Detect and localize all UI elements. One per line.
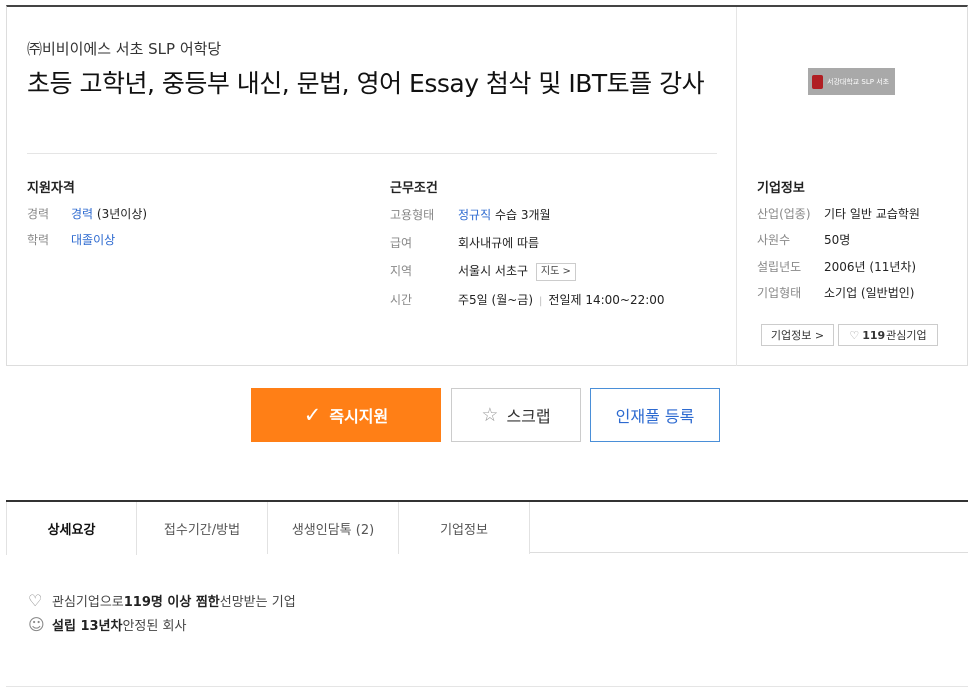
perk-favorite: ♡ 관심기업으로 119명 이상 찜한 선망받는 기업 (28, 591, 296, 610)
company-info-panel: 서강대학교 SLP 서초 기업정보 산업(업종) 기타 일반 교습학원 사원수 … (737, 7, 967, 366)
qualification-heading: 지원자격 (27, 181, 75, 196)
company-info-button[interactable]: 기업정보 > (761, 324, 834, 346)
company-info-heading: 기업정보 (757, 181, 805, 196)
company-type-label: 기업형태 (757, 286, 802, 300)
employment-link[interactable]: 정규직 (458, 208, 491, 222)
hours-value: 주5일 (월~금) | 전일제 14:00~22:00 (458, 291, 665, 308)
salary-value: 회사내규에 따름 (458, 236, 540, 250)
employees-label: 사원수 (757, 233, 791, 247)
founded-label: 설립년도 (757, 260, 802, 274)
location-value: 서울시 서초구 지도 > (458, 262, 576, 281)
career-label: 경력 (27, 207, 50, 221)
apply-label: 즉시지원 (329, 407, 389, 426)
star-icon: ☆ (481, 404, 499, 426)
industry-label: 산업(업종) (757, 207, 811, 221)
divider (6, 686, 968, 687)
perk-bold: 설립 13년차 (52, 619, 123, 634)
perk-established: ☺ 설립 13년차 안정된 회사 (28, 615, 186, 634)
work-time: 전일제 14:00~22:00 (548, 293, 665, 307)
apply-now-button[interactable]: ✓ 즉시지원 (251, 388, 441, 442)
company-name[interactable]: ㈜비비이에스 서초 SLP 어학당 (27, 38, 221, 59)
education-value: 대졸이상 (71, 231, 115, 248)
perk-text: 관심기업으로 (52, 595, 124, 610)
conditions-heading: 근무조건 (390, 181, 438, 196)
founded-value: 2006년 (11년차) (824, 260, 917, 274)
employees-value: 50명 (824, 233, 851, 247)
perk-text-end: 안정된 회사 (122, 619, 187, 634)
talent-pool-button[interactable]: 인재풀 등록 (590, 388, 720, 442)
job-main-panel: ㈜비비이에스 서초 SLP 어학당 초등 고학년, 중등부 내신, 문법, 영어… (7, 7, 737, 366)
industry-value: 기타 일반 교습학원 (824, 207, 920, 221)
heart-icon: ♡ (28, 591, 43, 610)
education-link[interactable]: 대졸이상 (71, 233, 115, 247)
talent-pool-label: 인재풀 등록 (615, 407, 695, 426)
check-icon: ✓ (303, 403, 322, 427)
tab-talk[interactable]: 생생인담톡 (2) (268, 502, 399, 554)
company-logo[interactable]: 서강대학교 SLP 서초 (808, 68, 895, 95)
location-text: 서울시 서초구 (458, 264, 529, 278)
career-detail: (3년이상) (96, 207, 148, 221)
map-button[interactable]: 지도 > (535, 262, 576, 281)
smile-icon: ☺ (28, 615, 45, 634)
tab-application-period[interactable]: 접수기간/방법 (137, 502, 268, 554)
job-summary-card: ㈜비비이에스 서초 SLP 어학당 초등 고학년, 중등부 내신, 문법, 영어… (6, 5, 968, 366)
education-label: 학력 (27, 233, 50, 247)
employment-detail: 수습 3개월 (494, 208, 551, 222)
employment-label: 고용형태 (390, 208, 435, 222)
location-label: 지역 (390, 264, 413, 278)
salary-label: 급여 (390, 236, 413, 250)
perk-text-end: 선망받는 기업 (219, 595, 296, 610)
favorite-count: 119 (862, 328, 886, 342)
work-days: 주5일 (월~금) (458, 293, 534, 307)
hours-label: 시간 (390, 293, 413, 307)
scrap-button[interactable]: ☆ 스크랩 (451, 388, 581, 442)
career-link[interactable]: 경력 (71, 207, 93, 221)
scrap-label: 스크랩 (506, 407, 551, 426)
perk-bold: 119명 이상 찜한 (123, 595, 220, 610)
favorite-label: 관심기업 (886, 329, 927, 342)
logo-text: 서강대학교 SLP 서초 (827, 77, 890, 86)
favorite-company-button[interactable]: ♡ 119 관심기업 (838, 324, 938, 346)
tab-company-info[interactable]: 기업정보 (399, 502, 530, 554)
company-type-value: 소기업 (일반법인) (824, 286, 915, 300)
employment-value: 정규직 수습 3개월 (458, 206, 551, 223)
career-value: 경력 (3년이상) (71, 205, 147, 222)
emblem-icon (812, 74, 823, 89)
job-title: 초등 고학년, 중등부 내신, 문법, 영어 Essay 첨삭 및 IBT토플 … (27, 69, 705, 98)
separator: | (539, 296, 543, 307)
tab-details[interactable]: 상세요강 (6, 502, 137, 555)
detail-tabs: 상세요강 접수기간/방법 생생인담톡 (2) 기업정보 (6, 500, 968, 555)
divider (27, 153, 717, 154)
heart-icon: ♡ (849, 328, 860, 342)
